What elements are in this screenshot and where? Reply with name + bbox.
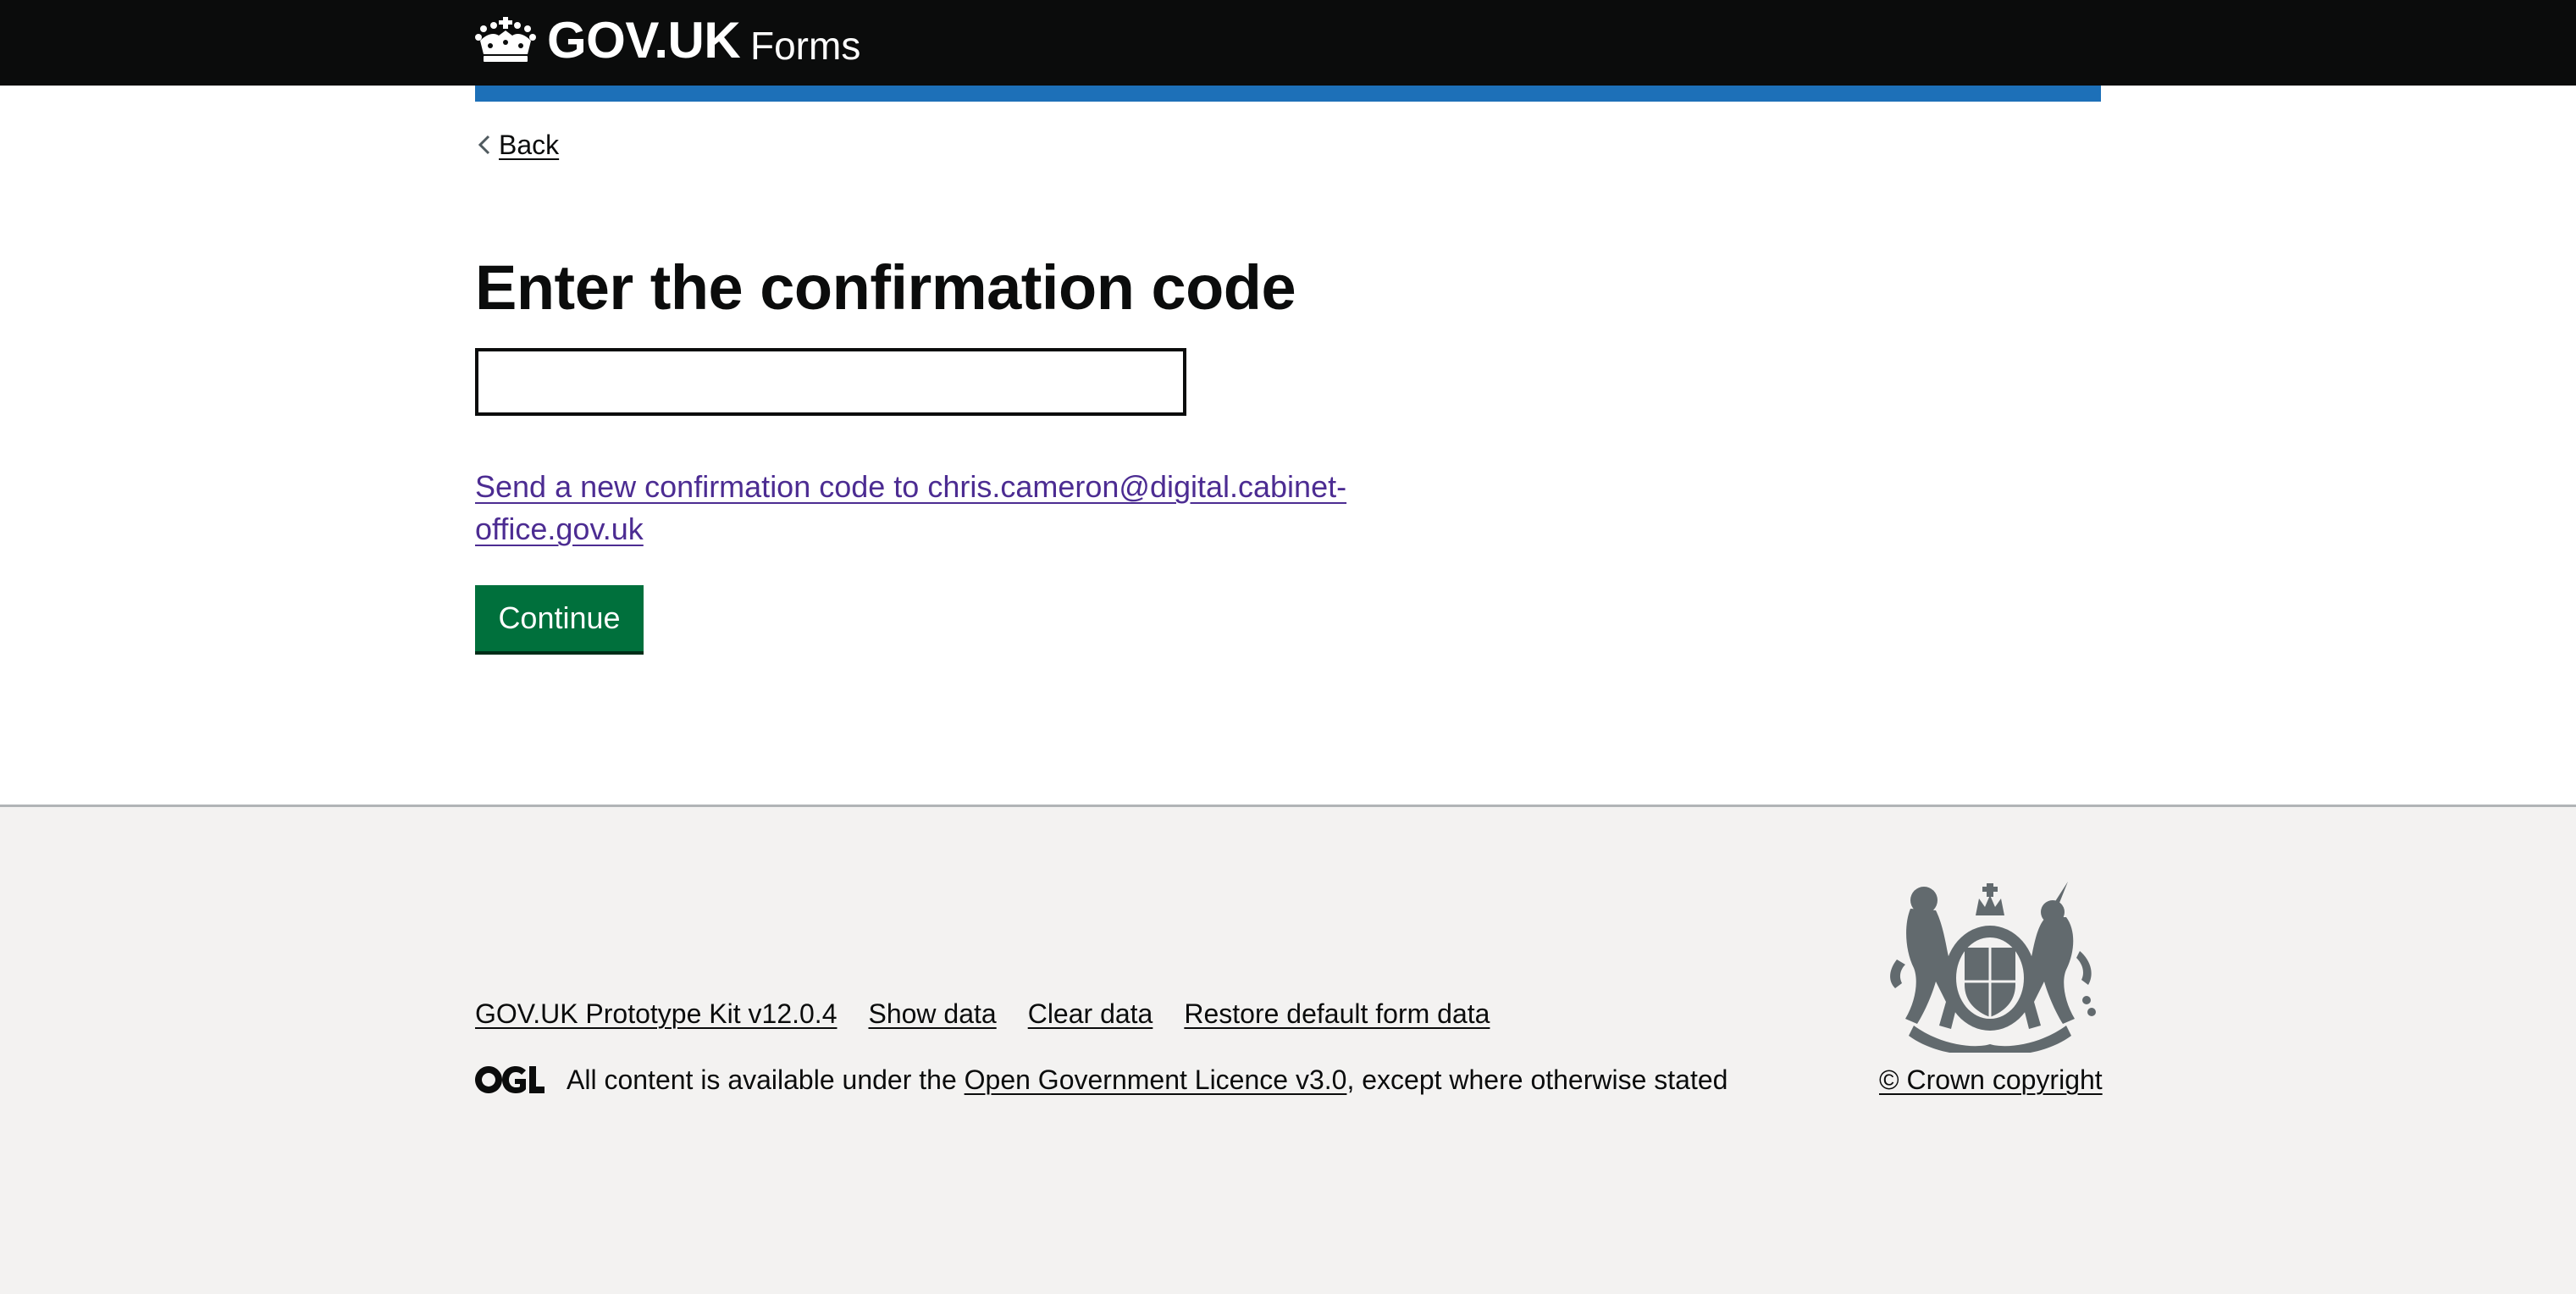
licence-prefix: All content is available under the [567,1065,965,1095]
page-title: Enter the confirmation code [475,252,1296,323]
resend-code-link[interactable]: Send a new confirmation code to chris.ca… [475,466,1432,550]
site-header: GOV.UK Forms [0,0,2576,86]
back-link-label: Back [499,129,560,160]
confirmation-code-input[interactable] [475,348,1186,416]
chevron-left-icon [478,135,490,155]
header-blue-bar [475,86,2101,102]
footer-links: GOV.UK Prototype Kit v12.0.4 Show data C… [475,995,1490,1032]
footer-link-clear-data[interactable]: Clear data [1028,995,1153,1032]
service-name-link[interactable]: Forms [750,17,860,75]
licence-statement: All content is available under the Open … [475,1061,1727,1098]
licence-suffix: , except where otherwise stated [1346,1065,1728,1095]
open-government-licence-link[interactable]: Open Government Licence v3.0 [965,1061,1347,1098]
crown-copyright-link[interactable]: © Crown copyright [1879,1061,2103,1098]
crown-icon [475,17,536,62]
footer-link-show-data[interactable]: Show data [868,995,996,1032]
royal-coat-of-arms-icon [1890,882,2096,1053]
site-footer: GOV.UK Prototype Kit v12.0.4 Show data C… [0,805,2576,1294]
continue-button[interactable]: Continue [475,585,644,651]
footer-link-prototype-kit[interactable]: GOV.UK Prototype Kit v12.0.4 [475,995,837,1032]
back-link[interactable]: Back [475,127,559,163]
header-container: GOV.UK Forms [475,0,2101,86]
govuk-logo-link[interactable]: GOV.UK [547,10,741,71]
footer-link-restore-data[interactable]: Restore default form data [1184,995,1490,1032]
ogl-logo-icon [475,1066,544,1093]
